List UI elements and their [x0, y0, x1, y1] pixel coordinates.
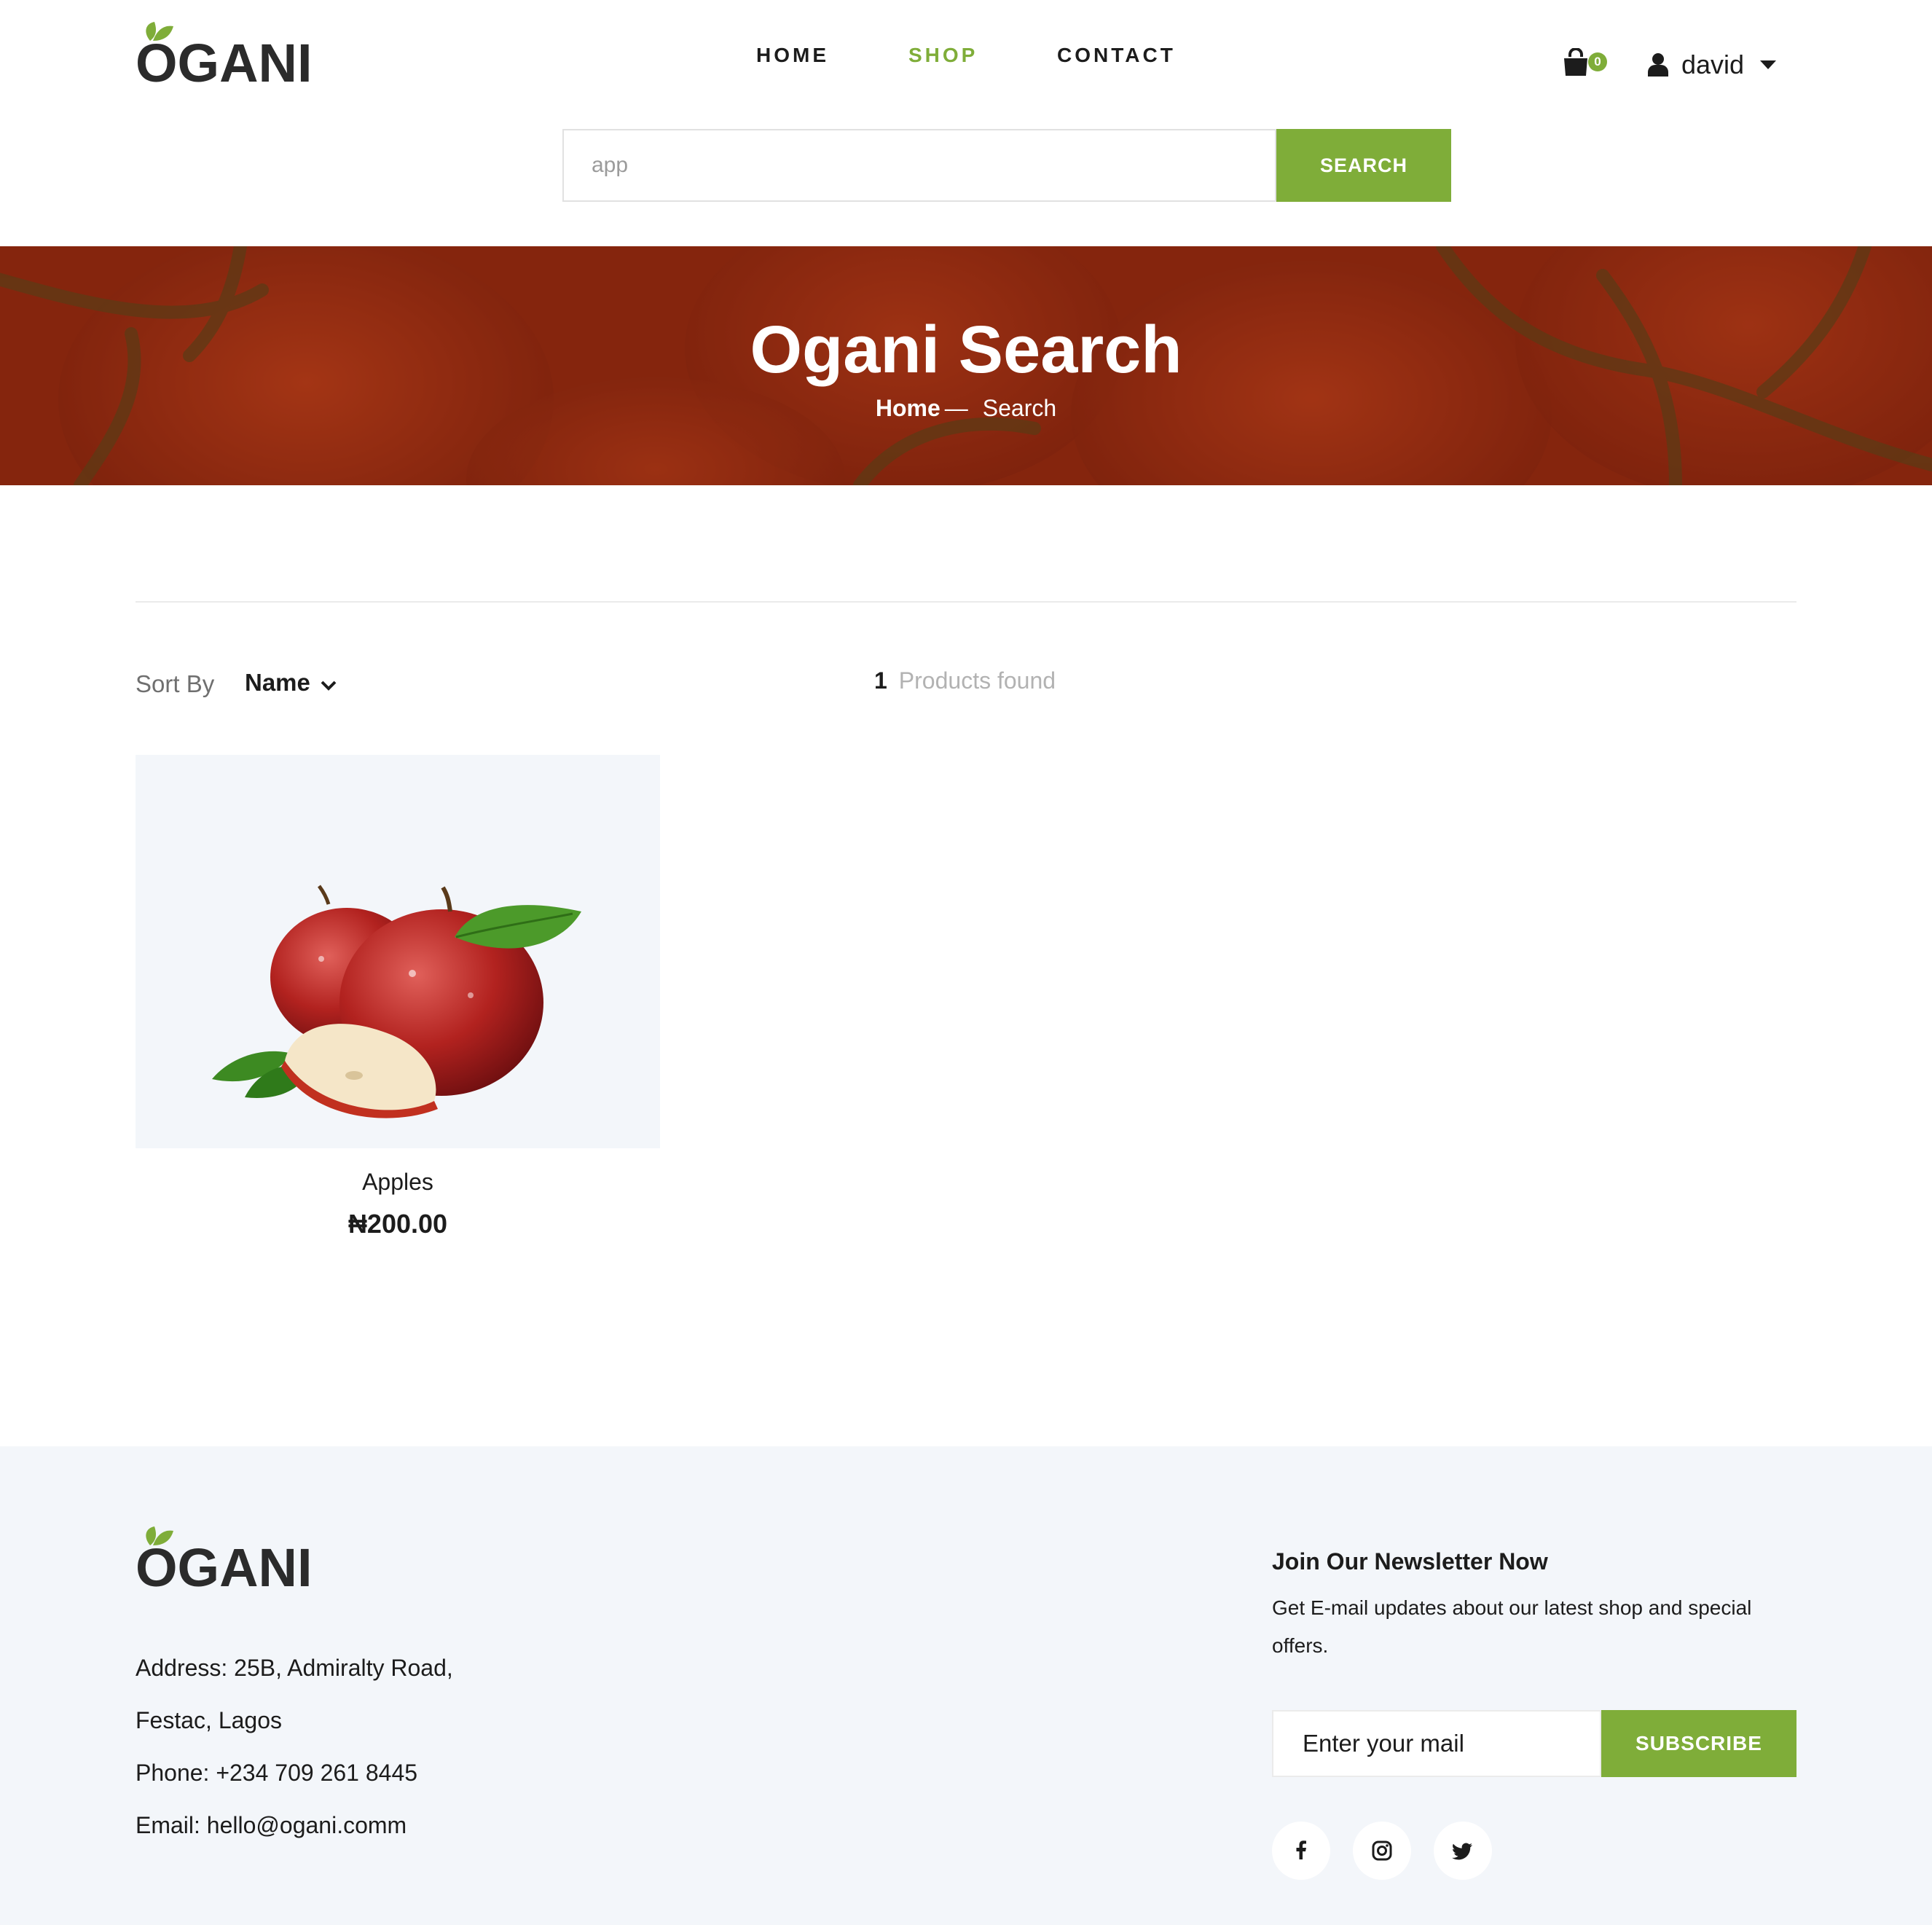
search-form: SEARCH — [562, 129, 1451, 202]
section-divider — [136, 601, 1796, 603]
footer-logo[interactable]: OGANI — [136, 1522, 310, 1592]
apples-image — [212, 885, 581, 1118]
ogani-logo: OGANI — [136, 1526, 310, 1592]
products-found: 1 Products found — [874, 667, 1056, 694]
nav-shop[interactable]: SHOP — [908, 44, 978, 67]
header-logo[interactable]: OGANI — [136, 17, 310, 87]
facebook-link[interactable] — [1272, 1822, 1330, 1880]
product-card[interactable]: Apples ₦200.00 — [136, 755, 660, 1239]
nav-home[interactable]: HOME — [756, 44, 829, 67]
twitter-link[interactable] — [1434, 1822, 1492, 1880]
footer: OGANI Address: 25B, Admiralty Road, Fest… — [0, 1446, 1932, 1925]
twitter-icon — [1452, 1843, 1472, 1860]
ogani-logo: OGANI — [136, 22, 310, 87]
chevron-down-icon — [1760, 60, 1777, 69]
product-image[interactable] — [136, 755, 660, 1148]
newsletter-text: Get E-mail updates about our latest shop… — [1272, 1596, 1752, 1657]
cart-button[interactable]: 0 — [1559, 45, 1607, 82]
breadcrumb-home[interactable]: Home — [876, 395, 941, 421]
breadcrumb-separator: — — [944, 395, 968, 421]
breadcrumb-current: Search — [982, 395, 1057, 421]
footer-address-line1: Address: 25B, Admiralty Road, — [136, 1655, 453, 1681]
sort-label: Sort By — [136, 670, 215, 697]
hero-banner: Ogani Search Home — Search — [0, 246, 1932, 485]
newsletter-title: Join Our Newsletter Now — [1272, 1548, 1548, 1575]
breadcrumb: Home — Search — [0, 395, 1932, 422]
footer-brand-name: OGANI — [136, 1537, 310, 1592]
instagram-icon — [1372, 1840, 1392, 1861]
page-title: Ogani Search — [750, 313, 1182, 387]
facebook-icon — [1296, 1840, 1306, 1859]
products-found-label: Products found — [898, 667, 1056, 694]
newsletter-form: SUBSCRIBE — [1272, 1710, 1796, 1777]
instagram-link[interactable] — [1353, 1822, 1411, 1880]
shopping-bag-icon — [1564, 48, 1587, 76]
brand-name: OGANI — [136, 33, 310, 87]
user-name: david — [1681, 50, 1745, 79]
product-name[interactable]: Apples — [136, 1169, 660, 1196]
search-button[interactable]: SEARCH — [1276, 129, 1451, 202]
footer-address-line2: Festac, Lagos — [136, 1707, 282, 1733]
user-menu[interactable]: david — [1648, 47, 1777, 83]
sort-select[interactable]: Name — [245, 669, 337, 697]
subscribe-button[interactable]: SUBSCRIBE — [1601, 1710, 1796, 1777]
user-icon — [1648, 53, 1668, 77]
products-found-count: 1 — [874, 667, 887, 694]
product-price: ₦200.00 — [347, 1209, 448, 1239]
search-input[interactable] — [562, 129, 1276, 202]
newsletter-email-input[interactable] — [1272, 1710, 1601, 1777]
footer-email: Email: hello@ogani.comm — [136, 1812, 407, 1838]
sort-value: Name — [245, 669, 310, 696]
footer-phone: Phone: +234 709 261 8445 — [136, 1760, 418, 1786]
chevron-down-icon — [321, 681, 337, 691]
nav-contact[interactable]: CONTACT — [1057, 44, 1176, 67]
cart-count-badge: 0 — [1588, 52, 1607, 71]
